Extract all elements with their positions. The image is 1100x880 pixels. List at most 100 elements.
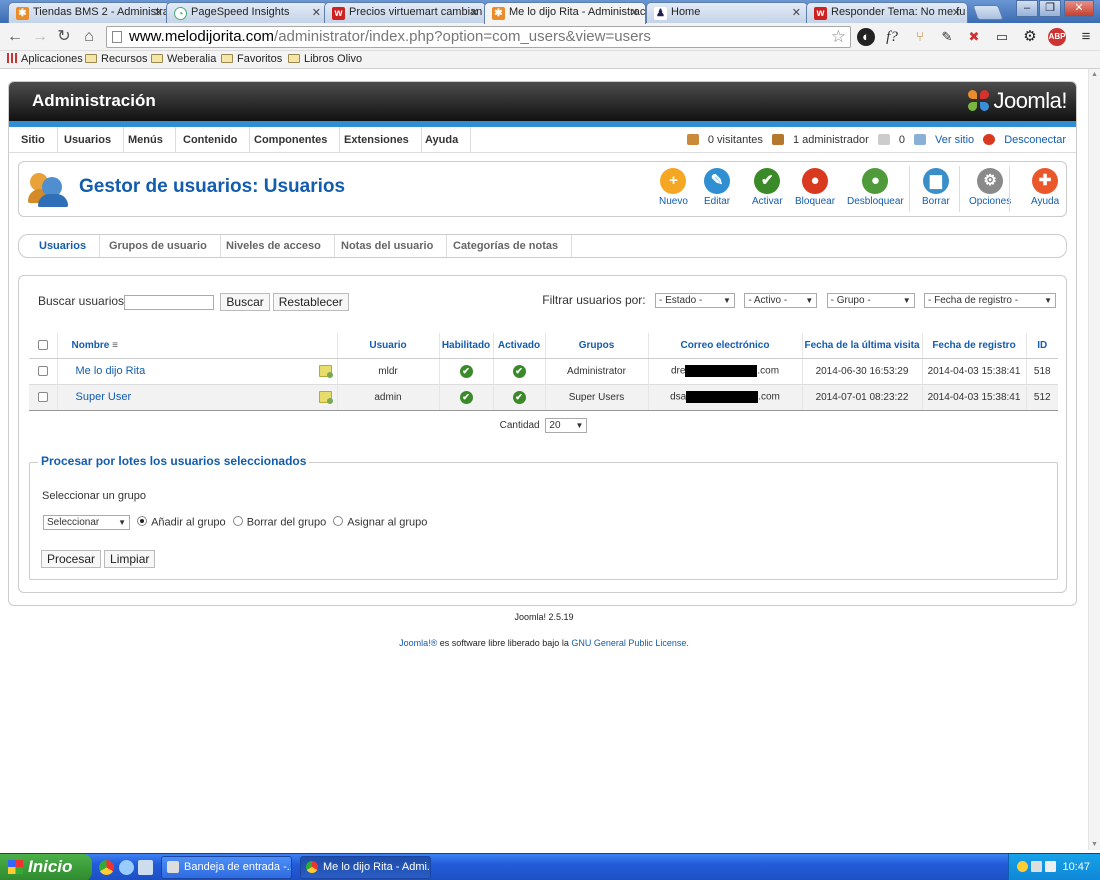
menu-usuarios[interactable]: Usuarios bbox=[52, 127, 125, 153]
toolbar-desbloquear-button[interactable]: ● Desbloquear bbox=[847, 168, 904, 207]
tab-close-icon[interactable]: ✕ bbox=[792, 6, 801, 19]
subtab-notas[interactable]: Notas del usuario bbox=[328, 235, 448, 257]
font-extension-icon[interactable]: f? bbox=[883, 28, 901, 46]
user-name-link[interactable]: Super User bbox=[76, 391, 132, 403]
filter-state-select[interactable]: - Estado - bbox=[654, 293, 735, 309]
toolbar-opciones-button[interactable]: ⚙ Opciones bbox=[969, 168, 1011, 207]
clear-button[interactable]: Limpiar bbox=[104, 550, 156, 568]
scroll-down-icon[interactable]: ▼ bbox=[1091, 841, 1098, 848]
column-header-id[interactable]: ID bbox=[1026, 333, 1058, 359]
bookmark-apps[interactable]: Aplicaciones bbox=[7, 53, 83, 65]
browser-tab[interactable]: ♟ Home ✕ bbox=[646, 2, 808, 23]
batch-group-select[interactable]: Seleccionar bbox=[43, 515, 130, 530]
menu-extensiones[interactable]: Extensiones bbox=[332, 127, 422, 153]
page-scrollbar[interactable]: ▲ ▼ bbox=[1088, 69, 1100, 850]
window-close-button[interactable]: ✕ bbox=[1064, 0, 1094, 17]
home-icon[interactable]: ⌂ bbox=[80, 28, 98, 46]
column-header-name[interactable]: Nombre ≡ bbox=[57, 333, 338, 359]
eyedropper-extension-icon[interactable]: ✎ bbox=[938, 28, 956, 46]
messages-status[interactable]: 0 bbox=[877, 134, 905, 146]
process-button[interactable]: Procesar bbox=[41, 550, 102, 568]
filter-active-select[interactable]: - Activo - bbox=[744, 293, 818, 309]
toolbar-editar-button[interactable]: ✎ Editar bbox=[704, 168, 730, 207]
maximize-button[interactable]: ❐ bbox=[1039, 0, 1061, 17]
menu-icon[interactable]: ≡ bbox=[1077, 28, 1095, 46]
toolbar-bloquear-button[interactable]: ● Bloquear bbox=[795, 168, 835, 207]
browser-tab[interactable]: ✱ Me lo dijo Rita - Administrac ✕ bbox=[484, 2, 646, 24]
window-extension-icon[interactable]: ▭ bbox=[993, 28, 1011, 46]
scroll-up-icon[interactable]: ▲ bbox=[1091, 71, 1098, 78]
filter-group-select[interactable]: - Grupo - bbox=[826, 293, 915, 309]
settings-extension-icon[interactable]: ⚙ bbox=[1021, 28, 1039, 46]
footer-license-link[interactable]: GNU General Public License. bbox=[571, 638, 689, 648]
taskbar-item-mail[interactable]: Bandeja de entrada -... bbox=[161, 856, 292, 879]
subtab-grupos[interactable]: Grupos de usuario bbox=[96, 235, 221, 257]
toolbar-ayuda-button[interactable]: ✚ Ayuda bbox=[1031, 168, 1059, 207]
add-note-icon[interactable] bbox=[318, 391, 333, 404]
address-bar[interactable]: www.melodijorita.com/administrator/index… bbox=[106, 26, 851, 48]
radio-remove-from-group[interactable] bbox=[232, 516, 243, 527]
row-checkbox[interactable] bbox=[37, 391, 48, 402]
subtab-niveles[interactable]: Niveles de acceso bbox=[213, 235, 335, 257]
logout-link[interactable]: Desconectar bbox=[983, 134, 1066, 146]
enabled-check-icon[interactable]: ✔ bbox=[459, 364, 473, 378]
desktop-quicklaunch-icon[interactable] bbox=[138, 860, 153, 875]
add-note-icon[interactable] bbox=[318, 365, 333, 378]
column-header-last-visit[interactable]: Fecha de la última visita bbox=[802, 333, 923, 359]
user-name-link[interactable]: Me lo dijo Rita bbox=[76, 365, 146, 377]
tray-app-icon[interactable] bbox=[1017, 861, 1028, 872]
column-header-enabled[interactable]: Habilitado bbox=[439, 333, 494, 359]
tab-close-icon[interactable]: ✕ bbox=[630, 6, 639, 19]
column-header-registered[interactable]: Fecha de registro bbox=[922, 333, 1027, 359]
fork-extension-icon[interactable]: ⑂ bbox=[911, 28, 929, 46]
toolbar-nuevo-button[interactable]: + Nuevo bbox=[659, 168, 688, 207]
subtab-categorias[interactable]: Categorías de notas bbox=[440, 235, 573, 257]
bookmark-folder[interactable]: Libros Olivo bbox=[288, 53, 362, 65]
radio-set-group[interactable] bbox=[333, 516, 344, 527]
minimize-button[interactable]: – bbox=[1016, 0, 1038, 17]
select-all-checkbox[interactable] bbox=[37, 340, 48, 351]
browser-tab[interactable]: ✱ Tiendas BMS 2 - Administrac ✕ bbox=[8, 2, 170, 23]
menu-componentes[interactable]: Componentes bbox=[242, 127, 341, 153]
tab-close-icon[interactable]: ✕ bbox=[470, 6, 479, 19]
enabled-check-icon[interactable]: ✔ bbox=[459, 390, 473, 404]
menu-contenido[interactable]: Contenido bbox=[171, 127, 251, 153]
network-icon[interactable] bbox=[1031, 861, 1042, 872]
taskbar-item-chrome[interactable]: Me lo dijo Rita - Admi... bbox=[300, 856, 431, 879]
reset-button[interactable]: Restablecer bbox=[272, 293, 349, 311]
ie-quicklaunch-icon[interactable] bbox=[119, 860, 134, 875]
bookmark-folder[interactable]: Recursos bbox=[85, 53, 147, 65]
start-button[interactable]: Inicio bbox=[0, 854, 92, 880]
tab-close-icon[interactable]: ✕ bbox=[312, 6, 321, 19]
bookmark-folder[interactable]: Weberalia bbox=[151, 53, 216, 65]
view-site-link[interactable]: Ver sitio bbox=[914, 134, 974, 146]
reload-icon[interactable]: ↻ bbox=[55, 28, 73, 46]
filter-date-select[interactable]: - Fecha de registro - bbox=[924, 293, 1056, 309]
quantity-select[interactable]: 20 bbox=[545, 418, 588, 433]
search-input[interactable] bbox=[124, 294, 215, 310]
column-header-email[interactable]: Correo electrónico bbox=[648, 333, 803, 359]
browser-tab[interactable]: ◔ PageSpeed Insights ✕ bbox=[166, 2, 328, 23]
forward-icon[interactable]: → bbox=[31, 28, 49, 46]
toolbar-borrar-button[interactable]: ▆ Borrar bbox=[922, 168, 950, 207]
tab-close-icon[interactable]: ✕ bbox=[952, 6, 961, 19]
row-checkbox[interactable] bbox=[37, 365, 48, 376]
column-header-username[interactable]: Usuario bbox=[337, 333, 440, 359]
footer-brand-link[interactable]: Joomla!® bbox=[399, 638, 437, 648]
bookmark-star-icon[interactable]: ☆ bbox=[831, 27, 846, 47]
menu-sitio[interactable]: Sitio bbox=[9, 127, 58, 153]
volume-icon[interactable] bbox=[1045, 861, 1056, 872]
menu-ayuda[interactable]: Ayuda bbox=[413, 127, 472, 153]
bookmark-folder[interactable]: Favoritos bbox=[221, 53, 282, 65]
tools-extension-icon[interactable]: ✖ bbox=[965, 28, 983, 46]
subtab-usuarios[interactable]: Usuarios bbox=[26, 235, 101, 257]
search-button[interactable]: Buscar bbox=[220, 293, 270, 311]
menu-menus[interactable]: Menús bbox=[116, 127, 176, 153]
toolbar-activar-button[interactable]: ✔ Activar bbox=[752, 168, 783, 207]
back-icon[interactable]: ← bbox=[6, 28, 24, 46]
browser-tab[interactable]: w Precios virtuemart cambian ✕ bbox=[324, 2, 486, 23]
tab-close-icon[interactable]: ✕ bbox=[154, 6, 163, 19]
extension-icon[interactable]: ◐ bbox=[857, 28, 875, 46]
adblock-icon[interactable]: ABP bbox=[1048, 28, 1066, 46]
browser-tab[interactable]: w Responder Tema: No me fu ✕ bbox=[806, 2, 968, 23]
